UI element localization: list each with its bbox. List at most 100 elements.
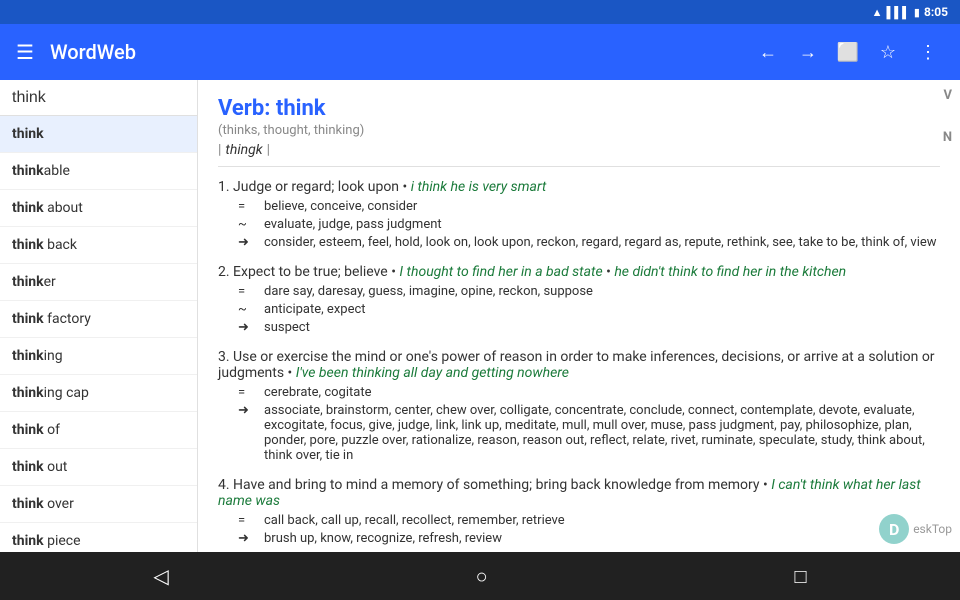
word-bold: think [12, 348, 44, 364]
word-rest: back [44, 237, 77, 253]
nav-back-button[interactable]: ◁ [129, 556, 192, 596]
definitions: 1. Judge or regard; look upon • i think … [218, 179, 940, 546]
relation-symbol: ~ [238, 302, 258, 317]
definition-relation: ➜ brush up, know, recognize, refresh, re… [218, 531, 940, 546]
definition-relation: ➜ suspect [218, 320, 940, 335]
word-list-item[interactable]: think over [0, 486, 197, 523]
word-rest: ing [44, 348, 63, 364]
signal-icon: ▌▌▌ [887, 6, 910, 19]
phonetic-bracket-open: | [218, 142, 221, 158]
word-list-item[interactable]: think of [0, 412, 197, 449]
nav-recent-button[interactable]: □ [770, 556, 830, 597]
relation-symbol: = [238, 284, 258, 299]
app-bar: ☰ WordWeb ← → ⬜ ☆ ⋮ [0, 24, 960, 80]
definition-relation: ➜ associate, brainstorm, center, chew ov… [218, 403, 940, 463]
side-letter-v: V [944, 88, 953, 103]
word-list-item[interactable]: thinkable [0, 153, 197, 190]
definition-item: 4. Have and bring to mind a memory of so… [218, 477, 940, 546]
word-rest: piece [44, 533, 81, 549]
word-rest: able [44, 163, 70, 179]
relation-symbol: ~ [238, 217, 258, 232]
status-icons: ▲ ▌▌▌ ▮ 8:05 [872, 5, 948, 19]
relation-words: associate, brainstorm, center, chew over… [264, 403, 940, 463]
def-example: i think he is very smart [411, 179, 547, 195]
relation-words: dare say, daresay, guess, imagine, opine… [264, 284, 593, 299]
word-rest: ing cap [44, 385, 89, 401]
relation-words: evaluate, judge, pass judgment [264, 217, 442, 232]
word-list-item[interactable]: thinker [0, 264, 197, 301]
word-rest: of [44, 422, 60, 438]
word-bold: think [12, 459, 44, 475]
definition-relation: ~ evaluate, judge, pass judgment [218, 217, 940, 232]
word-list-item[interactable]: think back [0, 227, 197, 264]
word-rest: er [44, 274, 56, 290]
word-list-item[interactable]: thinking cap [0, 375, 197, 412]
definition-item: 3. Use or exercise the mind or one's pow… [218, 349, 940, 463]
word-list-item[interactable]: think factory [0, 301, 197, 338]
word-bold: think [12, 200, 44, 216]
word-list-item[interactable]: thinking [0, 338, 197, 375]
word-list-item[interactable]: think out [0, 449, 197, 486]
word-rest: about [44, 200, 83, 216]
word-bold: think [12, 126, 44, 142]
def-text: Have and bring to mind a memory of somet… [233, 477, 759, 493]
bookmark-icon[interactable]: ⬜ [832, 36, 864, 68]
word-list-item[interactable]: think [0, 116, 197, 153]
relation-symbol: = [238, 513, 258, 528]
word-list-item[interactable]: think piece [0, 523, 197, 552]
def-text: Judge or regard; look upon [233, 179, 399, 195]
relation-words: suspect [264, 320, 310, 335]
app-bar-actions: ← → ⬜ ☆ ⋮ [752, 36, 944, 68]
phonetic-bracket-close: | [267, 142, 270, 158]
status-time: 8:05 [924, 5, 948, 19]
search-input[interactable] [12, 89, 198, 107]
word-title: Verb: think [218, 96, 940, 121]
definition-relation: = call back, call up, recall, recollect,… [218, 513, 940, 528]
relation-symbol: = [238, 385, 258, 400]
def-number: 2. Expect to be true; believe • I though… [218, 264, 940, 280]
watermark-text: eskTop [913, 522, 952, 536]
definition-relation: = cerebrate, cogitate [218, 385, 940, 400]
word-rest: factory [44, 311, 91, 327]
word-bold: think [12, 385, 44, 401]
definition-relation: ~ anticipate, expect [218, 302, 940, 317]
status-bar: ▲ ▌▌▌ ▮ 8:05 [0, 0, 960, 24]
word-rest: out [44, 459, 68, 475]
word-bold: think [12, 274, 44, 290]
relation-symbol: ➜ [238, 235, 258, 250]
word-list: thinkthinkablethink aboutthink backthink… [0, 116, 197, 552]
app-title: WordWeb [50, 40, 736, 64]
phonetic-text: thingk [225, 142, 262, 158]
word-bold: think [12, 237, 44, 253]
relation-words: cerebrate, cogitate [264, 385, 371, 400]
relation-words: believe, conceive, consider [264, 199, 417, 214]
def-example1: I thought to find her in a bad state [399, 264, 602, 280]
definition-item: 1. Judge or regard; look upon • i think … [218, 179, 940, 250]
word-bold: think [12, 533, 44, 549]
menu-icon[interactable]: ☰ [16, 42, 34, 62]
word-header: Verb: think (thinks, thought, thinking) … [218, 96, 940, 167]
word-bold: think [12, 422, 44, 438]
def-example: I've been thinking all day and getting n… [296, 365, 569, 381]
nav-home-button[interactable]: ○ [452, 556, 512, 597]
def-example2: he didn't think to find her in the kitch… [614, 264, 846, 280]
relation-symbol: ➜ [238, 531, 258, 546]
forward-button[interactable]: → [792, 36, 824, 68]
content-area: V N Verb: think (thinks, thought, thinki… [198, 80, 960, 552]
relation-words: consider, esteem, feel, hold, look on, l… [264, 235, 937, 250]
definition-relation: = dare say, daresay, guess, imagine, opi… [218, 284, 940, 299]
def-number: 1. Judge or regard; look upon • i think … [218, 179, 940, 195]
word-list-item[interactable]: think about [0, 190, 197, 227]
watermark: D eskTop [879, 514, 952, 544]
relation-words: anticipate, expect [264, 302, 366, 317]
relation-symbol: ➜ [238, 320, 258, 335]
definition-item: 2. Expect to be true; believe • I though… [218, 264, 940, 335]
relation-words: call back, call up, recall, recollect, r… [264, 513, 565, 528]
back-button[interactable]: ← [752, 36, 784, 68]
more-icon[interactable]: ⋮ [912, 36, 944, 68]
watermark-icon: D [879, 514, 909, 544]
main-layout: ✕ thinkthinkablethink aboutthink backthi… [0, 80, 960, 552]
sidebar: ✕ thinkthinkablethink aboutthink backthi… [0, 80, 198, 552]
star-icon[interactable]: ☆ [872, 36, 904, 68]
side-letter-n: N [943, 130, 952, 145]
